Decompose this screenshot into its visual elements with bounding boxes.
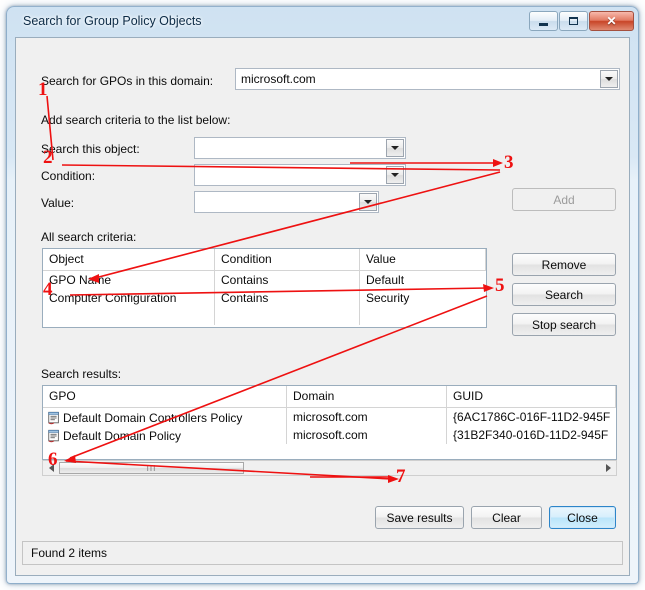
annotation-marker-4: 4 [43, 279, 53, 300]
criteria-row0-condition: Contains [215, 271, 360, 289]
minimize-icon [530, 12, 557, 30]
criteria-list-label: All search criteria: [41, 230, 137, 244]
status-bar: Found 2 items [22, 541, 623, 565]
condition-value [195, 165, 385, 185]
results-col-domain[interactable]: Domain [287, 386, 447, 407]
criteria-row1-object: Computer Configuration [43, 289, 215, 307]
results-col-gpo[interactable]: GPO [43, 386, 287, 407]
close-button[interactable]: ✕ [589, 11, 634, 31]
results-row0-domain: microsoft.com [287, 408, 447, 426]
annotation-marker-3: 3 [504, 152, 514, 173]
results-hscrollbar[interactable]: III [42, 460, 617, 476]
criteria-row0-value: Default [366, 273, 405, 287]
criteria-row1-value: Security [366, 291, 410, 305]
results-row1-domain: microsoft.com [287, 426, 447, 444]
table-row[interactable]: GPO Name Contains Default [43, 271, 486, 289]
annotation-marker-6: 6 [48, 449, 58, 470]
results-row0-gpo-text: Default Domain Controllers Policy [63, 411, 243, 425]
search-object-label: Search this object: [41, 142, 140, 156]
window-controls: ✕ [529, 11, 634, 31]
criteria-col-object[interactable]: Object [43, 249, 215, 270]
search-object-combobox[interactable] [194, 137, 406, 159]
domain-combobox[interactable]: microsoft.com [235, 68, 620, 90]
results-row0-gpo: Default Domain Controllers Policy [43, 408, 287, 426]
clear-button[interactable]: Clear [471, 506, 542, 529]
results-row1-gpo: Default Domain Policy [43, 426, 287, 444]
table-row[interactable]: Computer Configuration Contains Security [43, 289, 486, 307]
criteria-heading: Add search criteria to the list below: [41, 113, 231, 127]
close-dialog-button[interactable]: Close [549, 506, 616, 529]
criteria-col-condition[interactable]: Condition [215, 249, 360, 270]
scrollbar-grip: III [146, 463, 157, 473]
condition-label: Condition: [41, 169, 96, 183]
value-dropdown-arrow[interactable] [359, 193, 377, 211]
maximize-button[interactable] [559, 11, 588, 31]
scrollbar-track[interactable]: III [59, 461, 600, 475]
stop-search-button[interactable]: Stop search [512, 313, 616, 336]
annotation-marker-2: 2 [43, 147, 53, 168]
results-col-guid[interactable]: GUID [447, 386, 616, 407]
scroll-right-arrow-icon[interactable] [600, 461, 616, 475]
value-field-value [195, 192, 358, 212]
search-object-value [195, 138, 385, 158]
condition-combobox[interactable] [194, 164, 406, 186]
domain-label: Search for GPOs in this domain: [41, 74, 214, 88]
results-row0-guid: {6AC1786C-016F-11D2-945F [453, 410, 611, 424]
table-row[interactable]: Default Domain Controllers Policy micros… [43, 408, 616, 426]
gpo-scroll-icon [48, 429, 59, 443]
annotation-marker-5: 5 [495, 275, 505, 296]
close-icon: ✕ [606, 14, 617, 28]
criteria-list-header: Object Condition Value [43, 249, 486, 271]
remove-button[interactable]: Remove [512, 253, 616, 276]
annotation-marker-7: 7 [396, 466, 406, 487]
results-label: Search results: [41, 367, 122, 381]
criteria-listview[interactable]: Object Condition Value GPO Name Contains… [42, 248, 487, 328]
title-bar[interactable]: Search for Group Policy Objects ✕ [7, 7, 638, 39]
criteria-row1-condition: Contains [215, 289, 360, 307]
criteria-col-value[interactable]: Value [360, 249, 486, 270]
gpo-scroll-icon [48, 411, 59, 425]
domain-dropdown-arrow[interactable] [600, 70, 618, 88]
add-button[interactable]: Add [512, 188, 616, 211]
search-object-dropdown-arrow[interactable] [386, 139, 404, 157]
value-label: Value: [41, 196, 75, 210]
value-combobox[interactable] [194, 191, 379, 213]
maximize-icon [560, 12, 587, 30]
table-row[interactable]: Default Domain Policy microsoft.com {31B… [43, 426, 616, 444]
dialog-client-area: Search for GPOs in this domain: microsof… [15, 37, 630, 576]
window-title: Search for Group Policy Objects [23, 14, 202, 28]
domain-value: microsoft.com [241, 72, 316, 86]
scrollbar-thumb[interactable]: III [59, 462, 244, 474]
dialog-window: Search for Group Policy Objects ✕ Search… [6, 6, 639, 584]
results-row1-guid: {31B2F340-016D-11D2-945F [453, 428, 609, 442]
minimize-button[interactable] [529, 11, 558, 31]
results-row1-gpo-text: Default Domain Policy [63, 429, 182, 443]
results-listview[interactable]: GPO Domain GUID Default Domain Controlle… [42, 385, 617, 460]
screenshot-root: Search for Group Policy Objects ✕ Search… [0, 0, 645, 590]
criteria-row0-object: GPO Name [43, 271, 215, 289]
condition-dropdown-arrow[interactable] [386, 166, 404, 184]
search-button[interactable]: Search [512, 283, 616, 306]
save-results-button[interactable]: Save results [375, 506, 464, 529]
criteria-empty-row [43, 307, 486, 325]
annotation-marker-1: 1 [38, 79, 48, 100]
results-list-header: GPO Domain GUID [43, 386, 616, 408]
